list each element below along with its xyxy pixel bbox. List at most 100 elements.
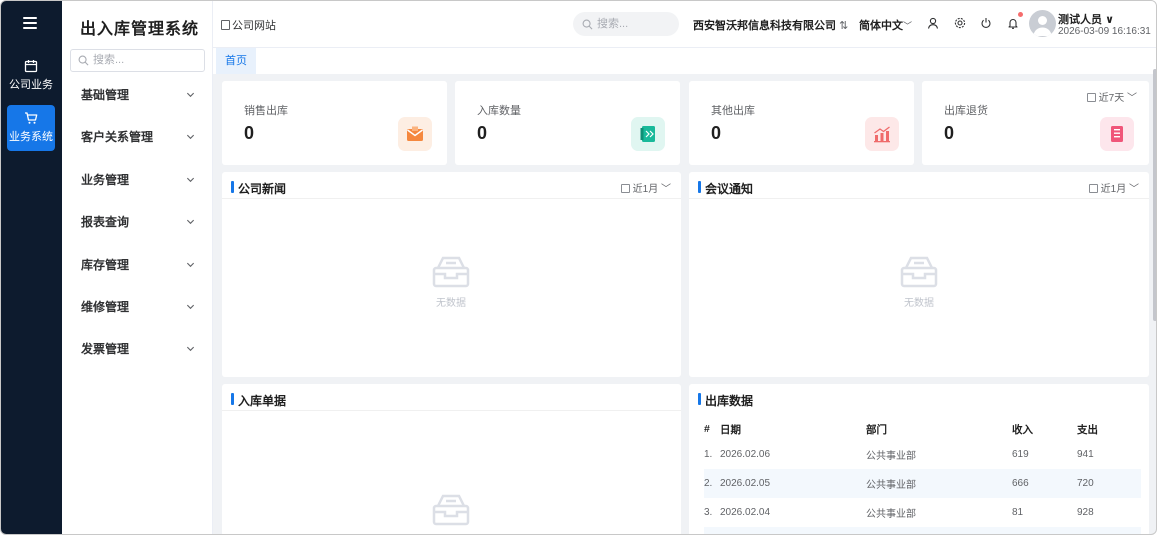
language-label: 简体中文	[859, 20, 903, 32]
empty-text: 无数据	[904, 298, 934, 309]
website-icon	[221, 20, 230, 30]
sidebar-search-placeholder: 搜索...	[93, 54, 125, 66]
app-rail: 公司业务 业务系统	[1, 1, 62, 534]
sidebar-item-report-query[interactable]: 报表查询	[62, 202, 212, 242]
sidebar-item-basic-management[interactable]: 基础管理	[62, 75, 212, 115]
empty-box-icon	[900, 256, 938, 288]
language-selector[interactable]: 简体中文﹀	[859, 17, 912, 33]
sidebar-item-label: 维修管理	[81, 300, 130, 314]
sidebar-item-label: 库存管理	[81, 258, 130, 272]
company-name: 西安智沃邦信息科技有限公司	[693, 20, 836, 32]
chart-icon	[865, 117, 899, 151]
outbound-table: # 日期 部门 收入 支出 1. 2026.02.06 公共事业部 619 94…	[704, 418, 1141, 534]
row-index: 2.	[704, 469, 720, 498]
stat-card-other-outbound: 其他出库 0	[689, 81, 914, 165]
sidebar-search-input[interactable]: 搜索...	[70, 49, 205, 72]
search-icon	[582, 19, 593, 30]
notification-dot	[1018, 12, 1023, 17]
power-icon[interactable]	[980, 17, 992, 29]
column-header-department: 部门	[866, 423, 887, 436]
column-header-expense: 支出	[1077, 423, 1098, 436]
row-department: 公共事业部	[866, 509, 916, 520]
row-index: 3.	[704, 507, 713, 518]
calendar-icon	[620, 184, 630, 193]
stat-label: 其他出库	[711, 105, 755, 117]
table-row[interactable]: 1. 2026.02.06 公共事业部 619 941	[704, 440, 1141, 469]
stat-card-inbound-quantity: 入库数量 0	[455, 81, 680, 165]
chevron-down-icon	[186, 346, 195, 352]
sidebar-item-label: 发票管理	[81, 342, 130, 356]
stats-range-selector[interactable]: 近7天 ﹀	[1086, 89, 1137, 104]
calendar-icon	[1086, 93, 1096, 102]
sidebar-item-label: 基础管理	[81, 88, 130, 102]
search-icon	[78, 55, 89, 66]
sidebar-item-label: 客户关系管理	[81, 130, 154, 144]
sidebar-item-inventory-management[interactable]: 库存管理	[62, 245, 212, 285]
company-switcher[interactable]: 西安智沃邦信息科技有限公司 ⇅	[693, 17, 848, 33]
tab-home[interactable]: 首页	[216, 48, 256, 74]
row-income: 81	[1012, 507, 1024, 518]
book-icon	[631, 117, 665, 151]
chevron-down-icon	[186, 92, 195, 98]
company-news-panel: 公司新闻 近1月 ﹀ 无数据	[222, 172, 681, 377]
chevron-down-icon: ﹀	[1129, 184, 1139, 195]
company-website-link[interactable]: 公司网站	[221, 17, 276, 33]
switch-icon: ⇅	[839, 20, 849, 32]
row-index: 1.	[704, 449, 713, 460]
panel-title: 公司新闻	[231, 180, 286, 197]
meeting-range-label: 近1月	[1100, 184, 1127, 195]
chevron-down-icon: ﹀	[1127, 93, 1137, 104]
divider	[689, 198, 1149, 199]
settings-icon[interactable]	[954, 17, 966, 29]
calendar-icon	[1088, 184, 1098, 193]
panel-title: 出库数据	[698, 392, 753, 409]
sidebar-item-repair-management[interactable]: 维修管理	[62, 287, 212, 327]
meeting-range-selector[interactable]: 近1月 ﹀	[1088, 180, 1139, 195]
stat-label: 出库退货	[944, 105, 988, 117]
rail-item-business-system[interactable]: 业务系统	[7, 105, 55, 151]
chevron-down-icon: ﹀	[661, 184, 671, 195]
row-date: 2026.02.06	[720, 449, 771, 460]
panel-title: 入库单据	[231, 392, 286, 409]
table-row[interactable]: 3. 2026.02.04 公共事业部 81 928	[704, 498, 1141, 527]
rail-item-company-business[interactable]: 公司业务	[7, 53, 55, 99]
top-bar: 公司网站 搜索... 西安智沃邦信息科技有限公司 ⇅ 简体中文﹀ 测试人员 ∨ …	[213, 1, 1156, 48]
table-row[interactable]: 2. 2026.02.05 公共事业部 666 720	[704, 469, 1141, 498]
column-header-index: #	[704, 423, 710, 435]
global-search-input[interactable]: 搜索...	[573, 12, 679, 36]
row-expense: 720	[1077, 469, 1141, 498]
user-menu[interactable]: 测试人员 ∨	[1058, 11, 1114, 27]
mail-icon	[398, 117, 432, 151]
stat-label: 销售出库	[244, 105, 288, 117]
chevron-down-icon	[186, 304, 195, 310]
app-window: 公司业务 业务系统 出入库管理系统 搜索... 基础管理 客户关系管理 业务管理…	[0, 0, 1157, 535]
row-date: 2026.02.04	[720, 507, 771, 518]
stat-value: 0	[477, 123, 488, 143]
panel-title: 会议通知	[698, 180, 753, 197]
empty-box-icon	[432, 494, 470, 526]
row-date: 2026.02.05	[720, 469, 866, 498]
sidebar-item-crm[interactable]: 客户关系管理	[62, 117, 212, 157]
scrollbar[interactable]	[1153, 69, 1156, 321]
column-header-date: 日期	[720, 423, 741, 436]
rail-item-label: 业务系统	[9, 131, 53, 143]
cart-icon	[25, 112, 38, 124]
rail-item-label: 公司业务	[9, 79, 53, 91]
chevron-down-icon: ∨	[1105, 14, 1114, 26]
meeting-notice-panel: 会议通知 近1月 ﹀ 无数据	[689, 172, 1149, 377]
stat-value: 0	[944, 123, 955, 143]
news-range-selector[interactable]: 近1月 ﹀	[620, 180, 671, 195]
sidebar-item-invoice-management[interactable]: 发票管理	[62, 329, 212, 369]
menu-toggle-icon[interactable]	[23, 17, 37, 29]
table-row[interactable]	[704, 527, 1141, 534]
row-expense: 941	[1077, 449, 1094, 460]
bell-icon[interactable]	[1007, 17, 1019, 29]
user-icon[interactable]	[927, 17, 939, 29]
avatar[interactable]	[1029, 10, 1056, 37]
outbound-data-panel: 出库数据 # 日期 部门 收入 支出 1. 2026.02.06 公共事业部 6…	[689, 384, 1149, 534]
stat-card-sales-outbound: 销售出库 0	[222, 81, 447, 165]
user-name: 测试人员	[1058, 14, 1102, 26]
empty-state: 无数据	[421, 254, 481, 309]
row-department: 公共事业部	[866, 469, 1012, 498]
sidebar-item-business-management[interactable]: 业务管理	[62, 160, 212, 200]
